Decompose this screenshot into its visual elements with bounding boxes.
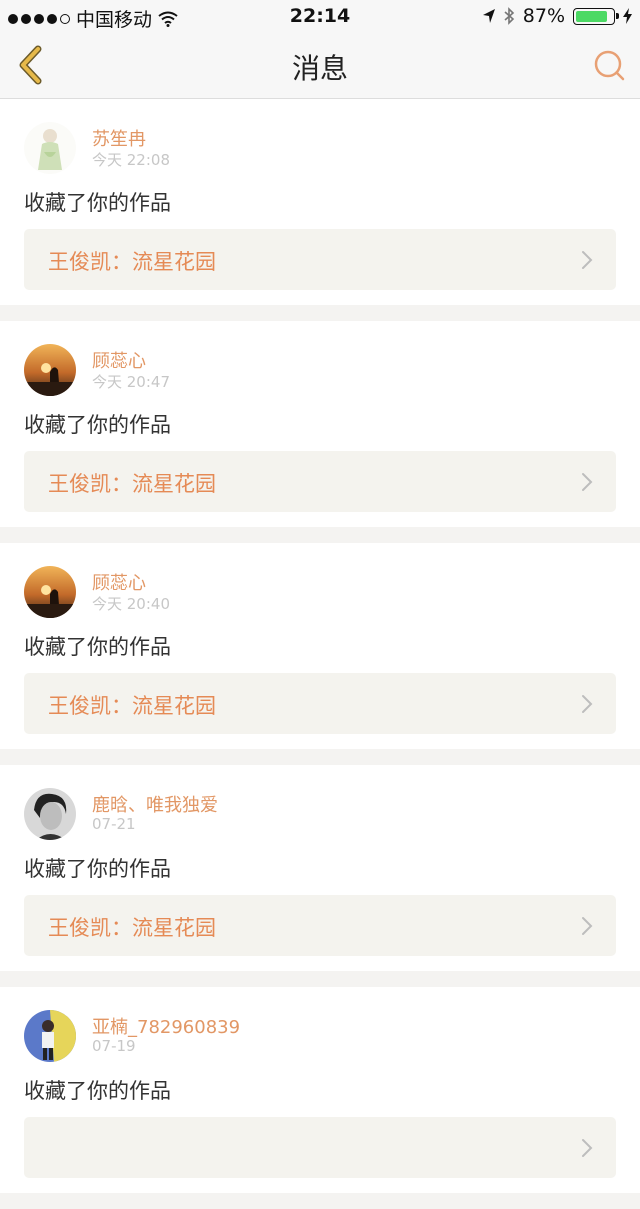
timestamp: 今天 22:08: [92, 151, 170, 169]
bluetooth-icon: [504, 7, 514, 25]
message-list: 苏笙冉 今天 22:08 收藏了你的作品 王俊凯：流星花园 顾蕊心 今天 20:47 收藏了…: [0, 99, 640, 1209]
charging-icon: [623, 8, 632, 24]
avatar[interactable]: [24, 122, 76, 174]
work-title: 王俊凯：流星花园: [48, 694, 216, 718]
work-link[interactable]: 王俊凯：流星花园: [24, 451, 616, 512]
timestamp: 今天 20:47: [92, 373, 170, 391]
work-link[interactable]: [24, 1117, 616, 1178]
work-title: 王俊凯：流星花园: [48, 250, 216, 274]
username[interactable]: 鹿晗、唯我独爱: [92, 791, 218, 817]
action-text: 收藏了你的作品: [24, 191, 171, 215]
message-card[interactable]: 鹿晗、唯我独爱 07-21 收藏了你的作品王俊凯：流星花园: [0, 765, 640, 971]
avatar[interactable]: [24, 566, 76, 618]
timestamp: 07-19: [92, 1037, 136, 1055]
action-text: 收藏了你的作品: [24, 413, 171, 437]
username[interactable]: 苏笙冉: [92, 125, 146, 151]
message-card[interactable]: 苏笙冉 今天 22:08 收藏了你的作品王俊凯：流星花园: [0, 99, 640, 305]
username[interactable]: 顾蕊心: [92, 569, 146, 595]
message-card[interactable]: 顾蕊心 今天 20:47 收藏了你的作品王俊凯：流星花园: [0, 321, 640, 527]
chevron-right-icon: [582, 917, 593, 935]
chevron-right-icon: [582, 695, 593, 713]
username[interactable]: 顾蕊心: [92, 347, 146, 373]
message-card[interactable]: 顾蕊心 今天 20:40 收藏了你的作品王俊凯：流星花园: [0, 543, 640, 749]
location-icon: [482, 9, 495, 23]
avatar[interactable]: [24, 1010, 76, 1062]
search-icon[interactable]: [592, 48, 626, 82]
timestamp: 今天 20:40: [92, 595, 170, 613]
avatar[interactable]: [24, 788, 76, 840]
work-link[interactable]: 王俊凯：流星花园: [24, 229, 616, 290]
status-bar: 中国移动 22:14 87%: [0, 0, 640, 32]
work-title: 王俊凯：流星花园: [48, 916, 216, 940]
action-text: 收藏了你的作品: [24, 857, 171, 881]
action-text: 收藏了你的作品: [24, 1079, 171, 1103]
work-link[interactable]: 王俊凯：流星花园: [24, 673, 616, 734]
username[interactable]: 亚楠_782960839: [92, 1013, 240, 1039]
chevron-right-icon: [582, 1139, 593, 1157]
timestamp: 07-21: [92, 815, 136, 833]
work-title: 王俊凯：流星花园: [48, 472, 216, 496]
chevron-right-icon: [582, 473, 593, 491]
nav-bar: 消息: [0, 32, 640, 99]
battery-percent: 87%: [522, 5, 565, 27]
battery-icon: [573, 7, 619, 25]
avatar[interactable]: [24, 344, 76, 396]
message-card[interactable]: 亚楠_782960839 07-19 收藏了你的作品: [0, 987, 640, 1193]
page-title: 消息: [291, 52, 348, 85]
action-text: 收藏了你的作品: [24, 635, 171, 659]
chevron-right-icon: [582, 251, 593, 269]
work-link[interactable]: 王俊凯：流星花园: [24, 895, 616, 956]
